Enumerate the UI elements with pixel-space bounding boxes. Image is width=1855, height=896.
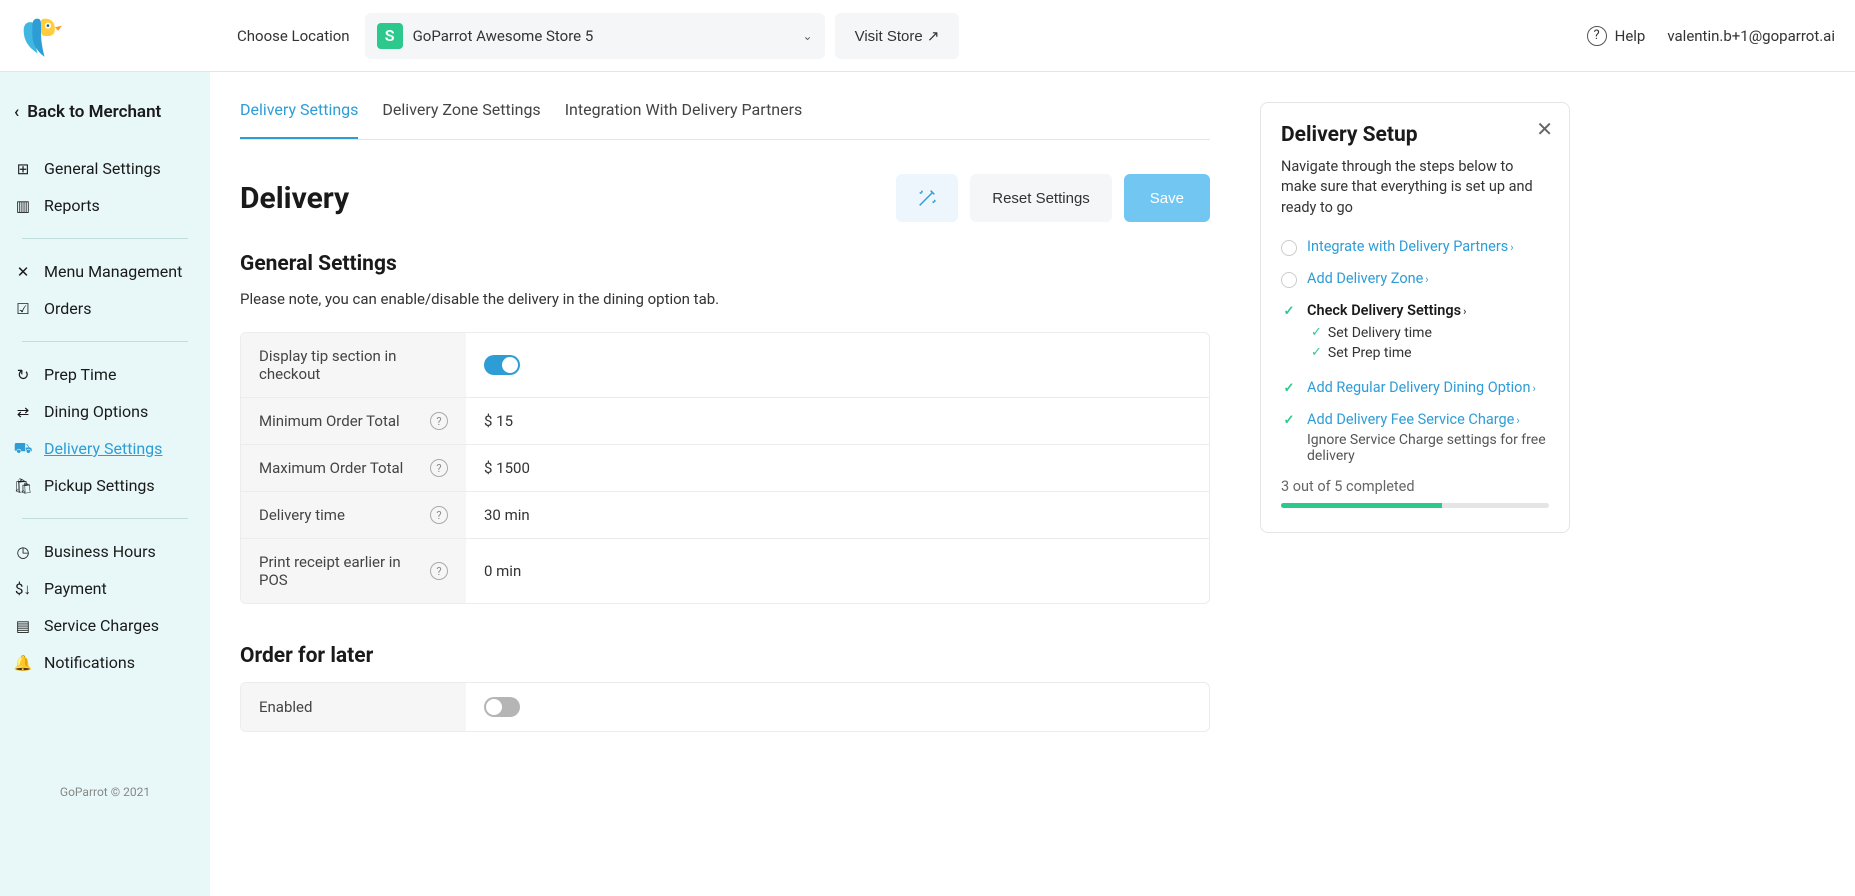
sidebar-item-general-settings[interactable]: ⊞ General Settings [0,150,210,187]
setting-row-print-receipt: Print receipt earlier in POS ? 0 min [241,539,1209,603]
setting-row-later-enabled: Enabled [241,683,1209,731]
setting-value[interactable]: $ 15 [466,398,1209,444]
bag-icon: 🛍 [14,477,32,495]
setup-title: Delivery Setup [1281,123,1549,147]
setting-value[interactable]: 0 min [466,539,1209,603]
payment-icon: $↓ [14,580,32,598]
later-enabled-toggle[interactable] [484,697,520,717]
help-link[interactable]: ? Help [1587,26,1646,46]
help-tooltip-icon[interactable]: ? [430,562,448,580]
tab-integration-delivery-partners[interactable]: Integration With Delivery Partners [565,82,803,139]
general-settings-table: Display tip section in checkout Minimum … [240,332,1210,604]
setting-label: Display tip section in checkout [259,347,448,383]
setup-progress-fill [1281,503,1442,508]
choose-location-label: Choose Location [237,27,350,45]
sidebar-item-business-hours[interactable]: ◷ Business Hours [0,533,210,570]
check-icon: ✓ [1281,304,1297,320]
setting-value[interactable]: $ 1500 [466,445,1209,491]
setting-row-max-order: Maximum Order Total ? $ 1500 [241,445,1209,492]
setup-desc: Navigate through the steps below to make… [1281,157,1549,218]
location-badge: S [377,23,403,49]
help-tooltip-icon[interactable]: ? [430,412,448,430]
chevron-left-icon: ‹ [14,102,19,122]
setting-row-tip: Display tip section in checkout [241,333,1209,398]
sidebar-item-pickup-settings[interactable]: 🛍 Pickup Settings [0,467,210,504]
setting-label: Print receipt earlier in POS [259,553,420,589]
location-selector[interactable]: S GoParrot Awesome Store 5 ⌄ [365,13,825,59]
help-tooltip-icon[interactable]: ? [430,506,448,524]
section-order-later-title: Order for later [240,644,1210,668]
tab-delivery-settings[interactable]: Delivery Settings [240,82,358,139]
sidebar-item-notifications[interactable]: 🔔 Notifications [0,644,210,681]
setting-row-min-order: Minimum Order Total ? $ 15 [241,398,1209,445]
visit-store-button[interactable]: Visit Store ↗ [835,13,960,59]
bell-icon: 🔔 [14,654,32,672]
setting-label: Minimum Order Total [259,412,420,430]
chevron-down-icon: ⌄ [803,29,813,43]
check-icon: ✓ [1281,381,1297,397]
setting-row-delivery-time: Delivery time ? 30 min [241,492,1209,539]
magic-wand-icon [916,187,938,209]
setup-step-check-settings[interactable]: ✓ Check Delivery Settings› ✓Set Delivery… [1281,302,1549,365]
tab-delivery-zone-settings[interactable]: Delivery Zone Settings [382,82,540,139]
setting-label: Maximum Order Total [259,459,420,477]
sidebar: ‹ Back to Merchant ⊞ General Settings ▥ … [0,72,210,896]
clock-icon: ↻ [14,366,32,384]
user-email[interactable]: valentin.b+1@goparrot.ai [1667,27,1835,45]
tabs: Delivery Settings Delivery Zone Settings… [240,82,1210,140]
sidebar-item-prep-time[interactable]: ↻ Prep Time [0,356,210,393]
reset-settings-button[interactable]: Reset Settings [970,174,1112,222]
setup-step-integrate[interactable]: Integrate with Delivery Partners› [1281,238,1549,256]
setting-label: Enabled [259,698,448,716]
location-name: GoParrot Awesome Store 5 [413,27,594,45]
step-marker-empty-icon [1281,272,1297,288]
sidebar-item-menu-management[interactable]: ✕ Menu Management [0,253,210,290]
back-label: Back to Merchant [27,102,161,122]
sidebar-item-reports[interactable]: ▥ Reports [0,187,210,224]
content-area: Delivery Settings Delivery Zone Settings… [210,72,1240,896]
help-label: Help [1615,27,1646,45]
sidebar-item-payment[interactable]: $↓ Payment [0,570,210,607]
order-later-table: Enabled [240,682,1210,732]
check-square-icon: ☑ [14,300,32,318]
truck-icon: ⛟ [14,440,32,458]
grid-icon: ⊞ [14,160,32,178]
page-title: Delivery [240,181,349,216]
sidebar-item-orders[interactable]: ☑ Orders [0,290,210,327]
section-general-title: General Settings [240,252,1210,276]
check-icon: ✓ [1311,345,1322,360]
step-marker-empty-icon [1281,240,1297,256]
options-icon: ⇄ [14,403,32,421]
setup-step-add-zone[interactable]: Add Delivery Zone› [1281,270,1549,288]
setup-step-add-fee[interactable]: ✓ Add Delivery Fee Service Charge› Ignor… [1281,411,1549,464]
setup-progress-bar [1281,503,1549,508]
check-icon: ✓ [1311,325,1322,340]
check-icon: ✓ [1281,413,1297,429]
setting-value[interactable]: 30 min [466,492,1209,538]
tip-toggle[interactable] [484,355,520,375]
hours-icon: ◷ [14,543,32,561]
cutlery-icon: ✕ [14,263,32,281]
setting-label: Delivery time [259,506,420,524]
close-icon[interactable]: ✕ [1536,117,1553,142]
help-icon: ? [1587,26,1607,46]
save-button[interactable]: Save [1124,174,1210,222]
top-bar: Choose Location S GoParrot Awesome Store… [0,0,1855,72]
setup-step-add-dining-option[interactable]: ✓ Add Regular Delivery Dining Option› [1281,379,1549,397]
setup-progress-text: 3 out of 5 completed [1281,478,1549,495]
delivery-setup-panel: ✕ Delivery Setup Navigate through the st… [1260,102,1570,533]
magic-wand-button[interactable] [896,174,958,222]
charges-icon: ▤ [14,617,32,635]
help-tooltip-icon[interactable]: ? [430,459,448,477]
report-icon: ▥ [14,197,32,215]
section-general-note: Please note, you can enable/disable the … [240,290,1210,308]
sidebar-item-service-charges[interactable]: ▤ Service Charges [0,607,210,644]
goparrot-logo [15,10,67,62]
sidebar-item-delivery-settings[interactable]: ⛟ Delivery Settings [0,430,210,467]
back-to-merchant-link[interactable]: ‹ Back to Merchant [0,92,210,132]
sidebar-item-dining-options[interactable]: ⇄ Dining Options [0,393,210,430]
sidebar-footer: GoParrot © 2021 [0,785,210,799]
